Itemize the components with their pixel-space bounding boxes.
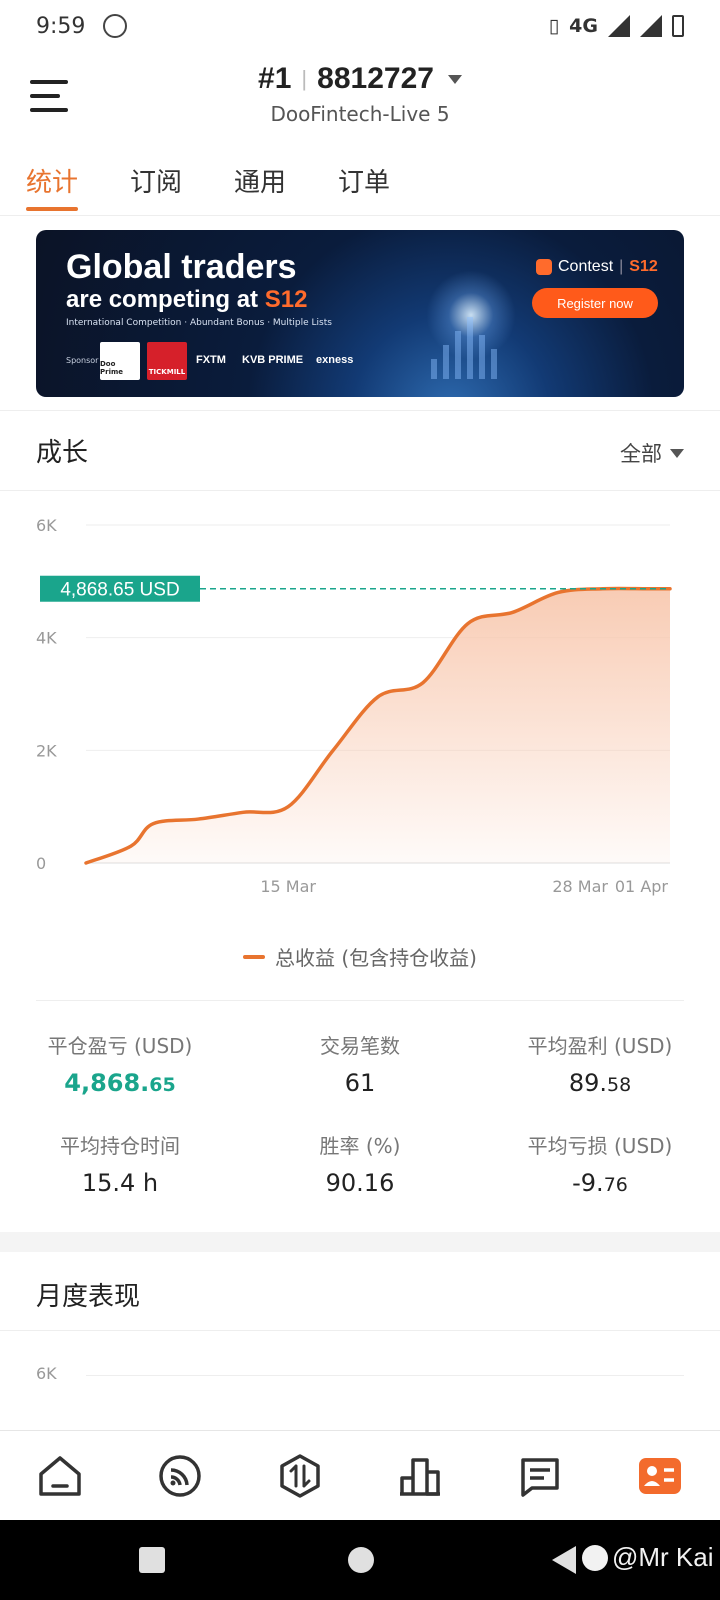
promo-banner[interactable]: Global traders are competing at S12 Inte…: [36, 230, 684, 397]
contest-season: S12: [629, 258, 658, 275]
vibrate-icon: ▯: [548, 15, 560, 37]
sponsor-logo-tickmill: TICKMILL: [147, 342, 187, 380]
y-tick-label: 6K: [36, 516, 57, 535]
period-filter[interactable]: 全部: [620, 438, 684, 468]
y-tick-label: 4K: [36, 629, 57, 648]
divider: [0, 490, 720, 491]
x-tick-label: 15 Mar: [260, 877, 316, 896]
banner-subheadline: are competing at S12: [66, 286, 307, 314]
sponsor-logo-dooprime: Doo Prime: [100, 342, 140, 380]
watermark-text: @Mr Kai: [612, 1542, 714, 1572]
account-switcher[interactable]: #1 | 8812727 DooFintech-Live 5: [0, 62, 720, 126]
status-bar: 9:59 ▯ 4G: [0, 0, 720, 52]
monthly-y-tick: 6K: [36, 1364, 57, 1383]
signal-icon: [608, 15, 630, 37]
sponsor-logo-kvb: KVB PRIME: [242, 354, 304, 366]
messages-icon[interactable]: [510, 1446, 570, 1506]
contest-separator: |: [619, 258, 624, 275]
monthly-title: 月度表现: [36, 1282, 141, 1312]
banner-subline: International Competition · Abundant Bon…: [66, 318, 332, 328]
stat-label: 交易笔数: [320, 1034, 400, 1058]
whatsapp-icon: [103, 14, 128, 38]
status-icons: ▯ 4G: [549, 15, 684, 37]
sponsor-label: Sponsor: [66, 356, 99, 365]
x-tick-label: 01 Apr: [615, 877, 669, 896]
back-icon[interactable]: [552, 1546, 576, 1574]
tab-general[interactable]: 通用: [234, 152, 286, 215]
recent-apps-icon[interactable]: [139, 1547, 165, 1573]
monthly-gridline: [86, 1375, 684, 1376]
system-nav-bar: @Mr Kai: [0, 1520, 720, 1600]
y-tick-label: 0: [36, 854, 46, 873]
stat-label: 平均亏损 (USD): [527, 1134, 673, 1158]
stat-value: 90.16: [325, 1169, 395, 1197]
register-button[interactable]: Register now: [532, 288, 658, 318]
stat-label: 胜率 (%): [319, 1134, 401, 1158]
stat-value: 61: [344, 1069, 376, 1097]
period-filter-label: 全部: [620, 442, 662, 466]
tab-orders[interactable]: 订单: [338, 152, 390, 215]
sponsor-logo-exness: exness: [316, 354, 354, 366]
x-tick-label: 28 Mar: [552, 877, 608, 896]
account-number: 8812727: [317, 62, 434, 95]
stat-value: 15.4 h: [81, 1169, 159, 1197]
y-tick-label: 2K: [36, 741, 57, 760]
banner-bars-graphic: [431, 317, 497, 379]
stat-label: 平均持仓时间: [60, 1134, 180, 1158]
stat-average-loss: 平均亏损 (USD) -9.76: [480, 1130, 720, 1197]
chart-legend: 总收益 (包含持仓收益): [0, 942, 720, 971]
divider: [0, 1330, 720, 1331]
section-separator: [0, 1232, 720, 1252]
tab-bar: 统计 订阅 通用 订单: [0, 152, 720, 216]
contest-logo-icon: [536, 259, 552, 275]
growth-title: 成长: [36, 438, 89, 468]
stats-grid: 平仓盈亏 (USD) 4,868.65 交易笔数 61 平均盈利 (USD) 8…: [0, 1000, 720, 1210]
stat-closed-pnl: 平仓盈亏 (USD) 4,868.65: [0, 1030, 240, 1097]
home-icon[interactable]: [30, 1446, 90, 1506]
signal-icon-2: [640, 15, 662, 37]
contest-label: Contest | S12: [536, 258, 658, 276]
stat-label: 平仓盈亏 (USD): [47, 1034, 193, 1058]
stat-average-holding-time: 平均持仓时间 15.4 h: [0, 1130, 240, 1197]
facebook-icon: [582, 1544, 608, 1571]
legend-swatch: [243, 954, 266, 959]
banner-highlight: S12: [264, 286, 308, 313]
account-rank: #1: [258, 62, 292, 95]
divider: [0, 410, 720, 411]
app-header: #1 | 8812727 DooFintech-Live 5: [0, 52, 720, 152]
stat-value: -9.76: [572, 1169, 628, 1197]
bottom-nav: [0, 1430, 720, 1520]
growth-chart: 0 2K 4K 6K 4,868.65 USD 15 Mar 28 Mar 01 Apr: [36, 516, 672, 896]
battery-icon: [672, 15, 684, 37]
status-time: 9:59: [36, 13, 86, 39]
profile-icon[interactable]: [630, 1446, 690, 1506]
home-button-icon[interactable]: [348, 1547, 374, 1573]
stat-value: 89.58: [568, 1069, 632, 1097]
chevron-down-icon: [670, 448, 684, 458]
stat-label: 平均盈利 (USD): [527, 1034, 673, 1058]
banner-headline: Global traders: [66, 248, 297, 286]
feed-icon[interactable]: [150, 1446, 210, 1506]
tab-subscription[interactable]: 订阅: [130, 152, 182, 215]
trade-icon[interactable]: [270, 1446, 330, 1506]
contest-text: Contest: [558, 258, 614, 275]
banner-subheadline-text: are competing at: [66, 286, 259, 313]
value-tag-label: 4,868.65 USD: [60, 580, 179, 601]
stat-value: 4,868.65: [64, 1069, 176, 1097]
network-label: 4G: [569, 15, 598, 37]
server-name: DooFintech-Live 5: [270, 102, 450, 126]
sponsor-logo-fxtm: FXTM: [196, 354, 226, 366]
legend-label: 总收益 (包含持仓收益): [275, 946, 477, 970]
separator: |: [301, 66, 308, 91]
chevron-down-icon: [447, 74, 462, 84]
tab-statistics[interactable]: 统计: [26, 152, 79, 215]
stat-trade-count: 交易笔数 61: [240, 1030, 480, 1097]
watermark: @Mr Kai: [582, 1542, 714, 1573]
stat-average-profit: 平均盈利 (USD) 89.58: [480, 1030, 720, 1097]
ranking-icon[interactable]: [390, 1446, 450, 1506]
stat-win-rate: 胜率 (%) 90.16: [240, 1130, 480, 1197]
